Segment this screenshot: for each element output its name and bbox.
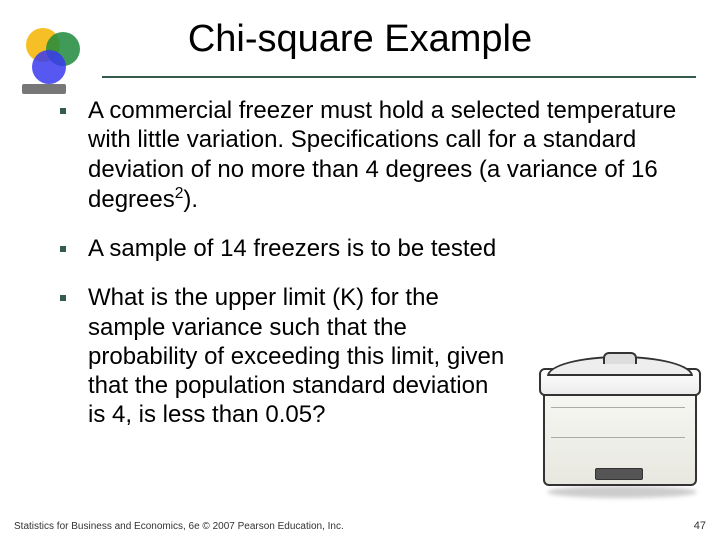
freezer-line (551, 407, 685, 408)
freezer-shadow (547, 486, 697, 498)
title-rule (102, 76, 696, 78)
bullet-icon (60, 246, 66, 252)
logo-bar (22, 84, 66, 94)
bullet-1: A commercial freezer must hold a selecte… (60, 96, 690, 214)
bullet-1-text-after: ). (183, 186, 198, 213)
freezer-handle (603, 352, 637, 364)
bullet-icon (60, 108, 66, 114)
bullet-3-text: What is the upper limit (K) for the samp… (88, 283, 508, 429)
slide: Chi-square Example A commercial freezer … (0, 0, 720, 540)
bullet-icon (60, 295, 66, 301)
bullet-1-text: A commercial freezer must hold a selecte… (88, 96, 678, 214)
footer-text: Statistics for Business and Economics, 6… (14, 521, 344, 532)
bullet-2-text: A sample of 14 freezers is to be tested (88, 234, 496, 263)
bullet-2: A sample of 14 freezers is to be tested (60, 234, 690, 263)
freezer-grille (595, 468, 643, 480)
slide-title: Chi-square Example (0, 18, 720, 61)
page-number: 47 (694, 520, 706, 532)
freezer-line (551, 437, 685, 438)
freezer-illustration (533, 322, 708, 492)
